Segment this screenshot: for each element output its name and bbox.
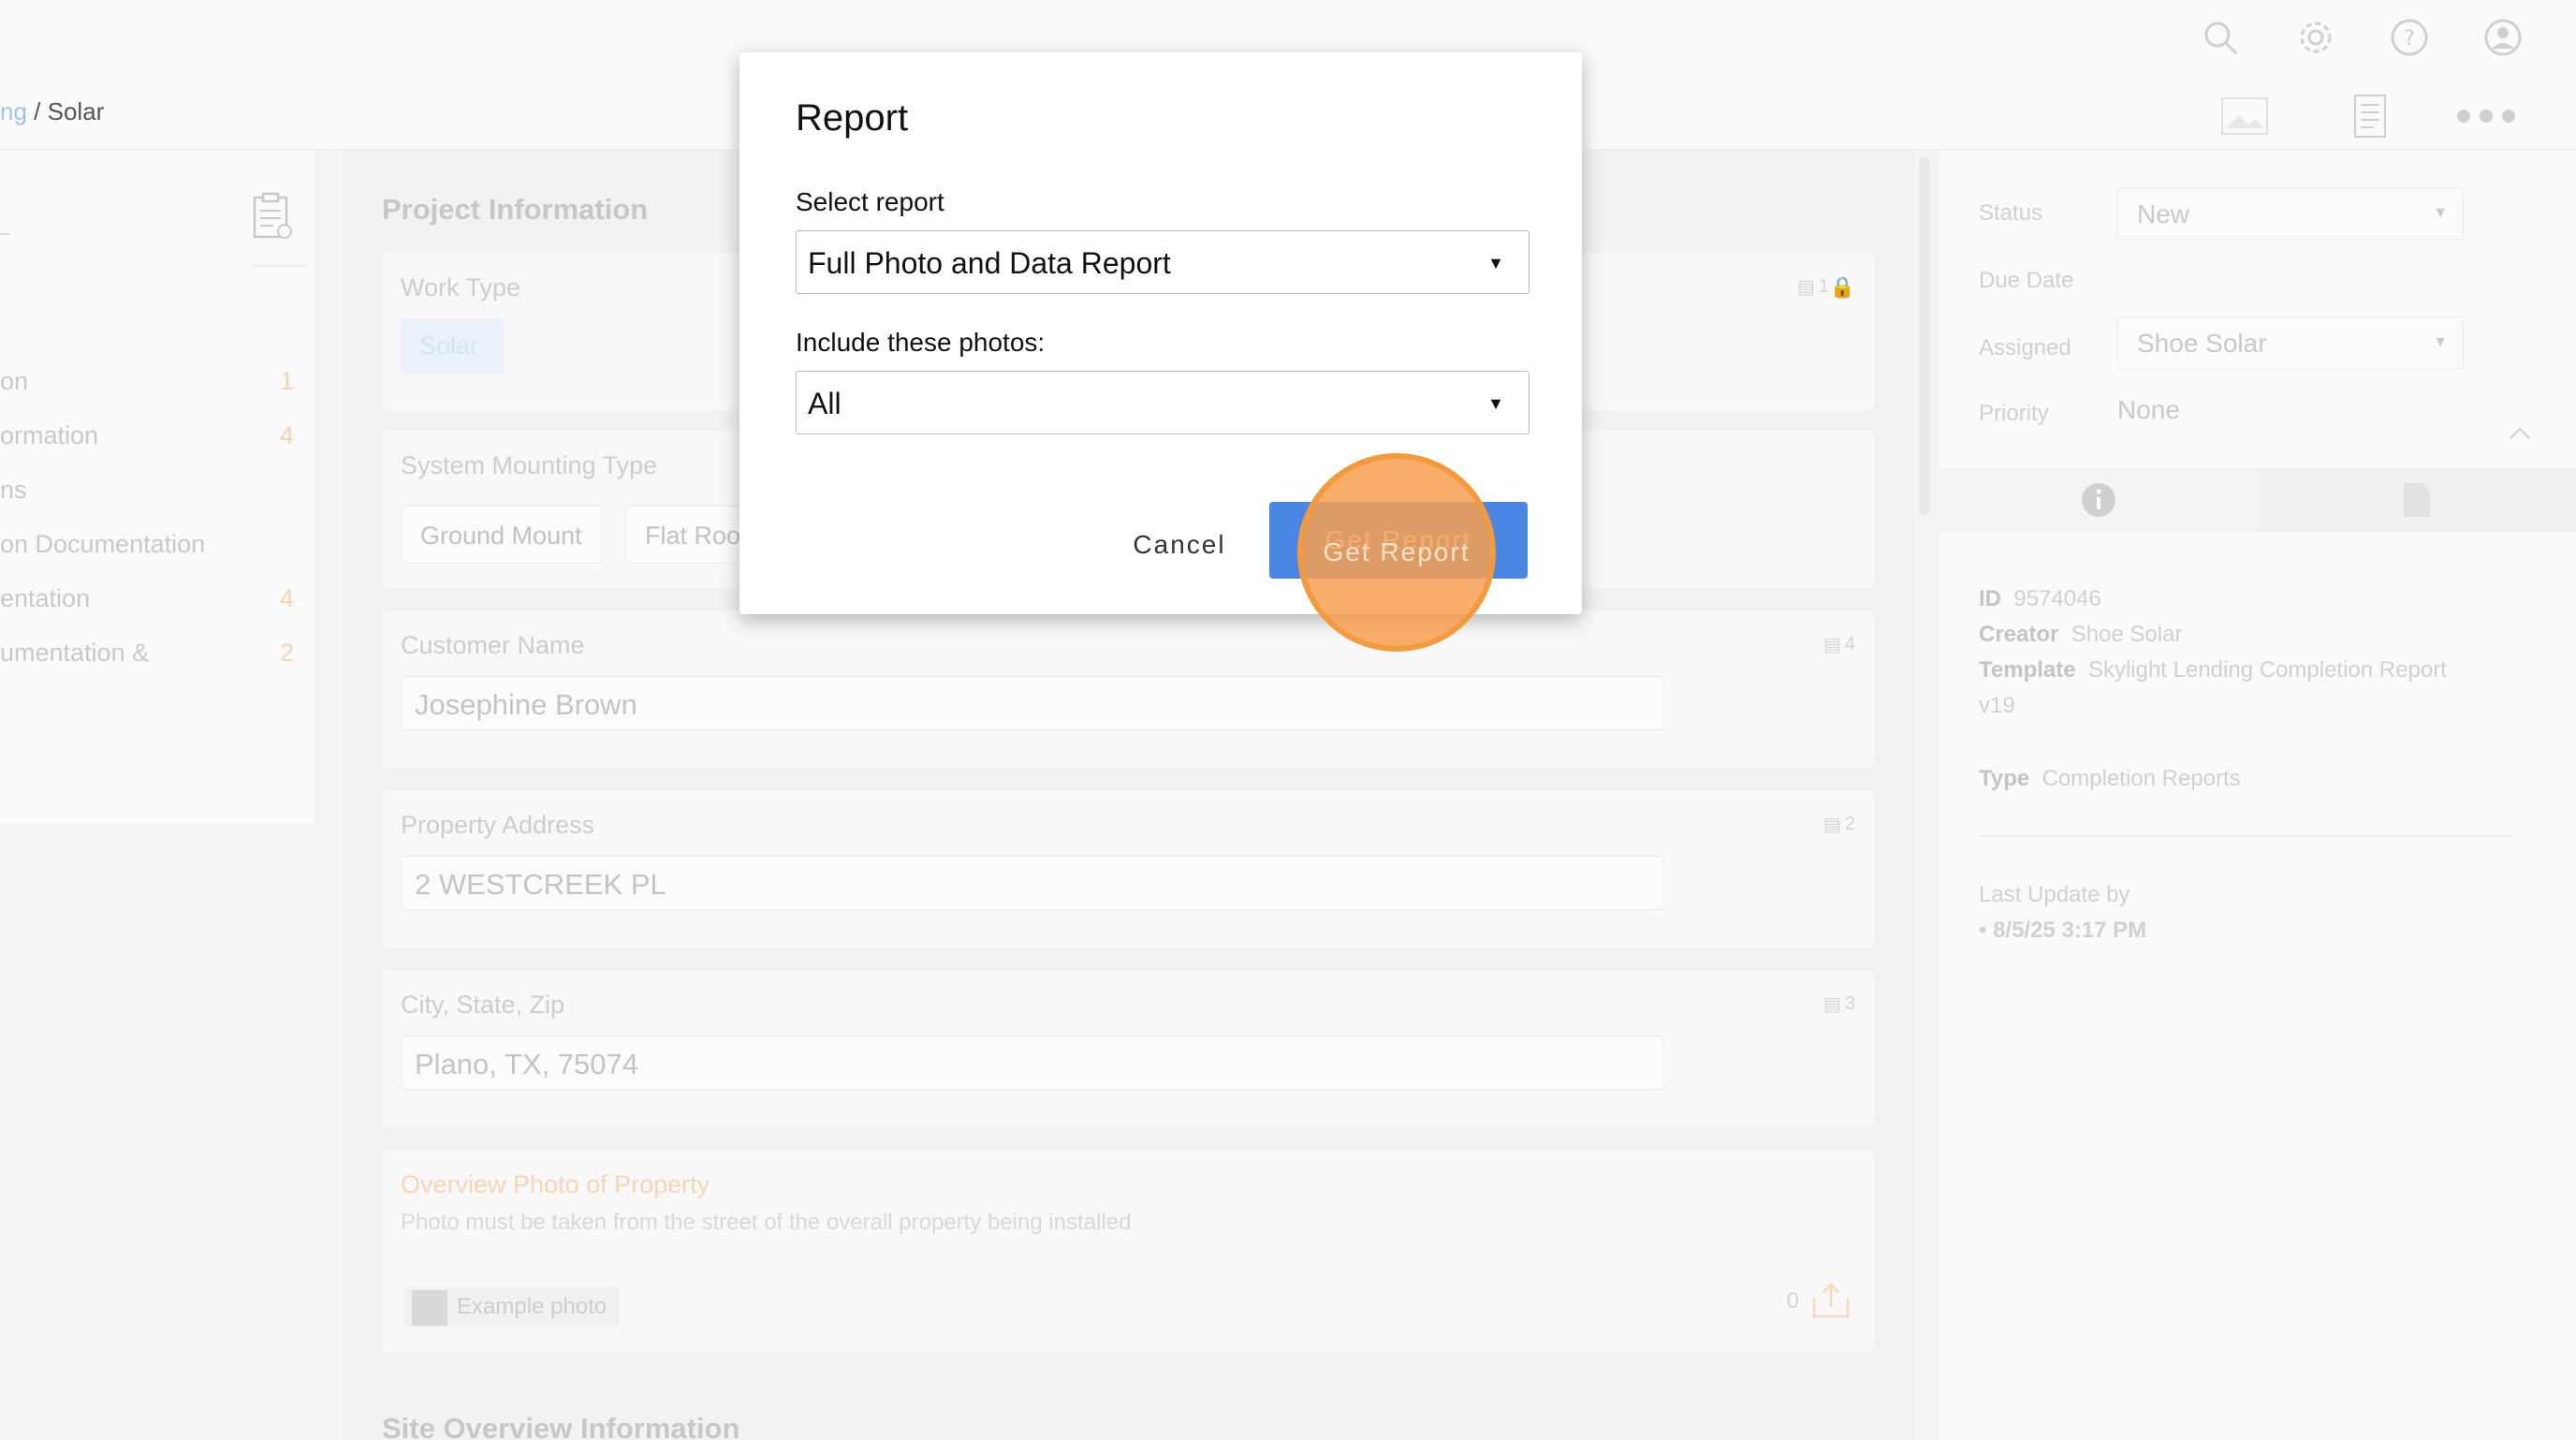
- include-photos-dropdown[interactable]: All ▼: [796, 371, 1530, 434]
- select-report-dropdown[interactable]: Full Photo and Data Report ▼: [796, 230, 1530, 294]
- include-photos-value: All: [808, 387, 842, 420]
- click-highlight: Get Report: [1297, 453, 1496, 652]
- select-report-label: Select report: [796, 187, 944, 216]
- include-photos-label: Include these photos:: [796, 328, 1046, 357]
- chevron-down-icon: ▼: [1487, 394, 1504, 413]
- dialog-title: Report: [796, 97, 909, 139]
- select-report-value: Full Photo and Data Report: [808, 246, 1171, 280]
- chevron-down-icon: ▼: [1487, 254, 1504, 272]
- cancel-button[interactable]: Cancel: [1086, 519, 1273, 571]
